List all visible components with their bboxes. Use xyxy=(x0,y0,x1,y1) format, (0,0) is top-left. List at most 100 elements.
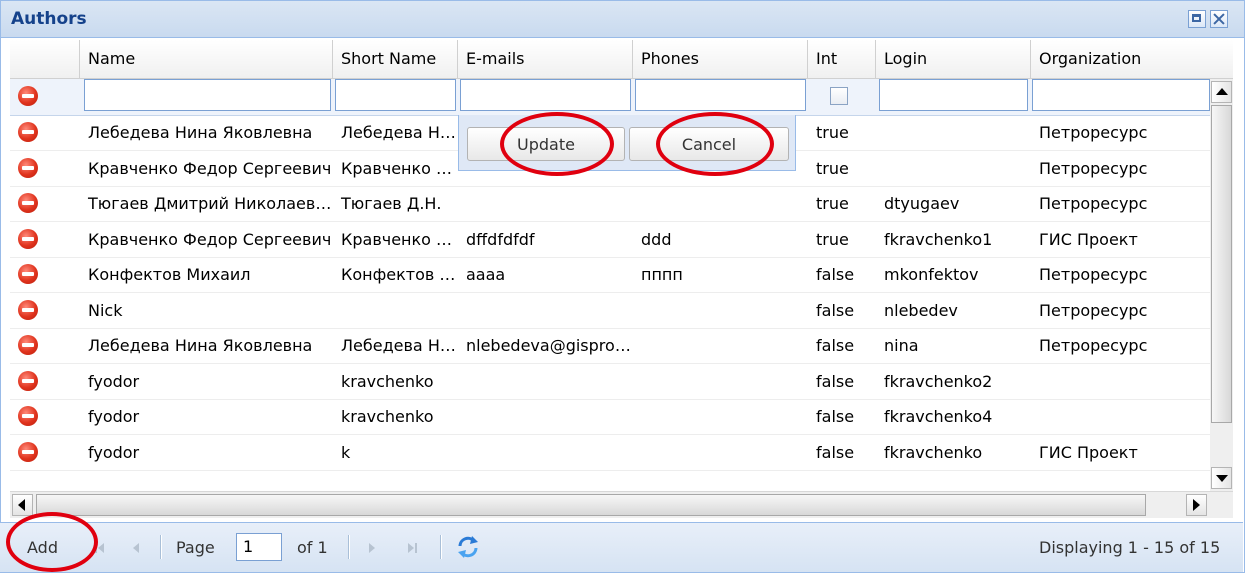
login-cell[interactable]: nlebedev xyxy=(876,293,1031,328)
emails-cell[interactable] xyxy=(458,435,633,470)
organization-input[interactable] xyxy=(1032,79,1210,111)
login-cell[interactable]: fkravchenko4 xyxy=(876,399,1031,434)
name-cell[interactable]: Лебедева Нина Яковлевна xyxy=(80,115,333,150)
phones-cell[interactable] xyxy=(633,293,808,328)
login-cell[interactable] xyxy=(876,151,1031,186)
short-name-cell[interactable]: kravchenko xyxy=(333,399,458,434)
int-cell[interactable]: true xyxy=(808,186,876,221)
remove-icon[interactable] xyxy=(18,86,38,106)
organization-cell[interactable]: Петроресурс xyxy=(1031,293,1221,328)
int-cell[interactable]: true xyxy=(808,115,876,150)
name-cell[interactable]: Лебедева Нина Яковлевна xyxy=(80,328,333,363)
scroll-down-icon[interactable] xyxy=(1211,467,1232,489)
int-cell[interactable]: false xyxy=(808,364,876,399)
scroll-right-icon[interactable] xyxy=(1186,494,1207,516)
int-cell[interactable]: true xyxy=(808,151,876,186)
remove-row-icon[interactable] xyxy=(18,299,38,320)
name-cell[interactable]: Nick xyxy=(80,293,333,328)
short-name-cell[interactable]: Лебедева Н.Я. xyxy=(333,328,458,363)
int-cell[interactable]: false xyxy=(808,257,876,292)
name-cell[interactable]: Кравченко Федор Сергеевич xyxy=(80,222,333,257)
table-row[interactable]: Кравченко Федор СергеевичКравченко Ф.С.d… xyxy=(10,222,1210,258)
page-number-input[interactable]: 1 xyxy=(236,533,282,561)
name-cell[interactable]: Тюгаев Дмитрий Николаевич xyxy=(80,186,333,221)
column-header-emails[interactable]: E-mails xyxy=(458,40,633,78)
close-icon[interactable] xyxy=(1210,10,1228,28)
phones-cell[interactable] xyxy=(633,186,808,221)
organization-cell[interactable] xyxy=(1031,364,1221,399)
column-header-name[interactable]: Name xyxy=(80,40,333,78)
refresh-icon[interactable] xyxy=(455,535,481,559)
login-cell[interactable]: fkravchenko1 xyxy=(876,222,1031,257)
emails-cell[interactable] xyxy=(458,399,633,434)
maximize-icon[interactable] xyxy=(1188,10,1206,28)
short-name-cell[interactable]: Кравченко Ф.С. xyxy=(333,151,458,186)
table-row[interactable]: fyodor kravchenko false fkravchenko4 xyxy=(10,399,1210,435)
vertical-scrollbar[interactable] xyxy=(1210,79,1233,491)
emails-cell[interactable] xyxy=(458,293,633,328)
name-cell[interactable]: Кравченко Федор Сергеевич xyxy=(80,151,333,186)
int-cell[interactable]: true xyxy=(808,222,876,257)
name-cell[interactable]: fyodor xyxy=(80,364,333,399)
remove-row-icon[interactable] xyxy=(18,335,38,355)
last-page-icon[interactable] xyxy=(404,540,420,556)
remove-row-icon[interactable] xyxy=(18,441,38,462)
short-name-cell[interactable] xyxy=(333,293,458,328)
remove-row-icon[interactable] xyxy=(18,193,38,213)
column-header-phones[interactable]: Phones xyxy=(633,40,808,78)
short-name-cell[interactable]: Лебедева Н.Я. xyxy=(333,115,458,150)
emails-cell[interactable]: nlebedeva@gisproject.ru xyxy=(458,328,633,363)
int-cell[interactable]: false xyxy=(808,293,876,328)
horizontal-scroll-thumb[interactable] xyxy=(36,494,1146,516)
horizontal-scrollbar[interactable] xyxy=(10,491,1233,518)
int-cell[interactable]: false xyxy=(808,399,876,434)
organization-cell[interactable]: Петроресурс xyxy=(1031,115,1221,150)
organization-cell[interactable]: Петроресурс xyxy=(1031,186,1221,221)
short-name-cell[interactable]: kravchenko xyxy=(333,364,458,399)
remove-row-icon[interactable] xyxy=(18,406,38,426)
phones-cell[interactable] xyxy=(633,435,808,470)
emails-input[interactable] xyxy=(460,79,631,111)
short-name-cell[interactable]: k xyxy=(333,435,458,470)
int-cell[interactable]: false xyxy=(808,328,876,363)
table-row[interactable]: fyodor k false fkravchenko ГИС Проект xyxy=(10,435,1210,471)
table-row[interactable]: Nick false nlebedev Петроресурс xyxy=(10,293,1210,329)
column-header-organization[interactable]: Organization xyxy=(1031,40,1233,78)
phones-input[interactable] xyxy=(635,79,806,111)
phones-cell[interactable] xyxy=(633,399,808,434)
short-name-input[interactable] xyxy=(335,79,456,111)
emails-cell[interactable] xyxy=(458,186,633,221)
login-cell[interactable]: mkonfektov xyxy=(876,257,1031,292)
prev-page-icon[interactable] xyxy=(128,540,144,556)
login-input[interactable] xyxy=(879,79,1028,111)
remove-row-icon[interactable] xyxy=(18,264,38,284)
short-name-cell[interactable]: Конфектов М. xyxy=(333,257,458,292)
vertical-scroll-thumb[interactable] xyxy=(1211,105,1232,423)
login-cell[interactable]: fkravchenko xyxy=(876,435,1031,470)
emails-cell[interactable]: aaaa xyxy=(458,257,633,292)
login-cell[interactable]: nina xyxy=(876,328,1031,363)
phones-cell[interactable] xyxy=(633,328,808,363)
table-row[interactable]: Тюгаев Дмитрий Николаевич Тюгаев Д.Н. true… xyxy=(10,186,1210,222)
remove-row-icon[interactable] xyxy=(18,122,38,142)
column-header-int[interactable]: Int xyxy=(808,40,876,78)
organization-cell[interactable]: Петроресурс xyxy=(1031,257,1221,292)
scroll-up-icon[interactable] xyxy=(1211,81,1232,103)
phones-cell[interactable] xyxy=(633,364,808,399)
name-cell[interactable]: fyodor xyxy=(80,435,333,470)
column-header-delete[interactable] xyxy=(10,40,80,78)
name-cell[interactable]: fyodor xyxy=(80,399,333,434)
emails-cell[interactable]: dffdfdfdf xyxy=(458,222,633,257)
int-cell[interactable]: false xyxy=(808,435,876,470)
short-name-cell[interactable]: Кравченко Ф.С. xyxy=(333,222,458,257)
short-name-cell[interactable]: Тюгаев Д.Н. xyxy=(333,186,458,221)
login-cell[interactable]: fkravchenko2 xyxy=(876,364,1031,399)
phones-cell[interactable]: ddd xyxy=(633,222,808,257)
scroll-left-icon[interactable] xyxy=(12,494,33,516)
emails-cell[interactable] xyxy=(458,364,633,399)
next-page-icon[interactable] xyxy=(364,540,380,556)
organization-cell[interactable] xyxy=(1031,399,1221,434)
remove-row-icon[interactable] xyxy=(18,228,38,249)
column-header-short-name[interactable]: Short Name xyxy=(333,40,458,78)
table-row[interactable]: Лебедева Нина Яковлевна Лебедева Н.Я. nleb… xyxy=(10,328,1210,364)
